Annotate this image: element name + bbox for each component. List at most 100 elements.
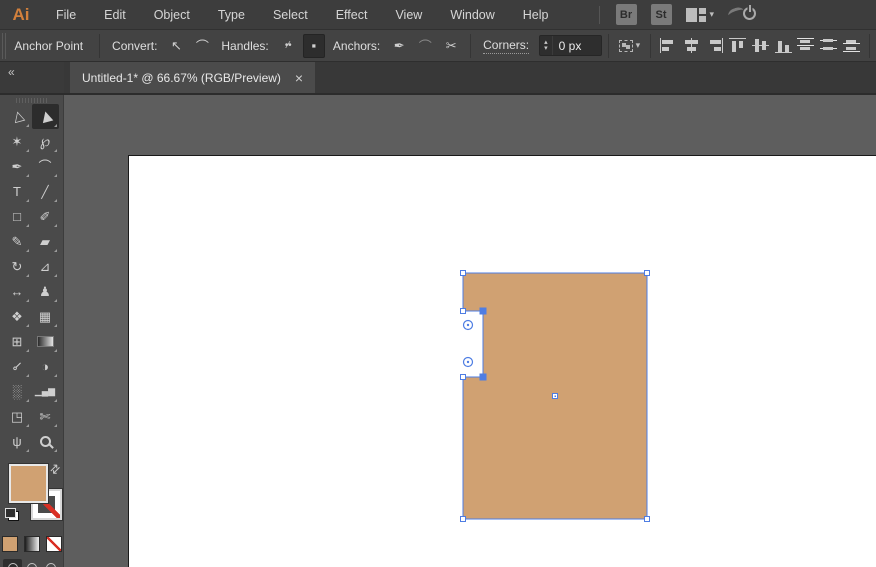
menu-help[interactable]: Help	[509, 1, 563, 29]
menu-edit[interactable]: Edit	[90, 1, 140, 29]
lasso-tool[interactable]: ℘	[32, 129, 59, 154]
anchor-point[interactable]	[460, 308, 466, 314]
menu-window[interactable]: Window	[436, 1, 508, 29]
menu-type[interactable]: Type	[204, 1, 259, 29]
stock-button[interactable]: St	[650, 4, 672, 25]
menu-select[interactable]: Select	[259, 1, 322, 29]
vertical-align-bottom-button[interactable]	[772, 34, 795, 58]
draw-behind-button[interactable]	[22, 559, 41, 567]
swap-fill-stroke-icon[interactable]: ⇄	[46, 460, 63, 477]
hand-tool[interactable]: ψ	[4, 429, 31, 454]
mesh-tool[interactable]: ⊞	[4, 329, 31, 354]
slice-tool[interactable]: ✄	[32, 404, 59, 429]
menu-effect[interactable]: Effect	[322, 1, 382, 29]
puppet-warp-tool[interactable]: ♟	[32, 279, 59, 304]
tools-panel: ▷ ▶ ✶ ℘ ✒ ⌒ T ╱ □ ✐ ✎ ▰ ↻ ⊿ ↔ ♟ ❖ ▦ ⊞ ⊸ …	[0, 95, 64, 567]
gradient-tool[interactable]	[32, 329, 59, 354]
menu-file[interactable]: File	[42, 1, 90, 29]
pen-tool[interactable]: ✒	[4, 154, 31, 179]
tool-icon: ⊸	[7, 357, 27, 376]
anchor-point[interactable]	[644, 270, 650, 276]
topbar-right: Br St ▾	[598, 4, 759, 25]
cut-path-button[interactable]: ✂	[440, 34, 462, 58]
add-anchor-button[interactable]: ✒	[388, 34, 410, 58]
corners-input[interactable]	[552, 38, 601, 53]
bridge-button[interactable]: Br	[615, 4, 637, 25]
show-handles-button[interactable]: •∕•	[277, 34, 299, 58]
vertical-align-top-button[interactable]	[726, 34, 749, 58]
shape-builder-tool[interactable]: ❖	[4, 304, 31, 329]
anchor-point-selected[interactable]	[479, 307, 487, 315]
draw-behind-icon	[26, 562, 37, 567]
select-similar-button[interactable]: ▾	[618, 39, 640, 52]
tool-icon: ▰	[40, 234, 50, 249]
gradient-button[interactable]	[23, 536, 40, 552]
canvas[interactable]	[64, 95, 876, 567]
vertical-distribute-top-button[interactable]	[794, 34, 817, 58]
artboard-tool[interactable]: ◳	[4, 404, 31, 429]
anchor-point[interactable]	[644, 516, 650, 522]
touch-workspace-button[interactable]	[726, 5, 758, 25]
stepper-down-icon[interactable]: ▾	[544, 45, 548, 52]
color-button[interactable]	[1, 536, 18, 552]
rotate-tool[interactable]: ↻	[4, 254, 31, 279]
horizontal-align-right-button[interactable]	[703, 34, 726, 58]
draw-inside-button[interactable]	[41, 559, 60, 567]
anchor-point[interactable]	[460, 516, 466, 522]
perspective-grid-tool[interactable]: ▦	[32, 304, 59, 329]
divider	[869, 33, 871, 58]
convert-to-corner-button[interactable]: ↖	[165, 34, 187, 58]
fill-swatch[interactable]	[9, 464, 48, 503]
shaper-tool[interactable]: ✎	[4, 229, 31, 254]
tool-icon: □	[13, 209, 21, 224]
align-icon	[728, 38, 746, 53]
live-corner-widget[interactable]	[462, 356, 474, 368]
column-graph-tool[interactable]: ▁▄▆	[32, 379, 59, 404]
remove-anchor-button[interactable]: ⌒	[414, 34, 436, 58]
width-tool[interactable]: ↔	[4, 279, 31, 304]
anchor-point[interactable]	[460, 270, 466, 276]
horizontal-align-left-button[interactable]	[657, 34, 680, 58]
line-segment-tool[interactable]: ╱	[32, 179, 59, 204]
none-button[interactable]	[45, 536, 62, 552]
vertical-distribute-bottom-button[interactable]	[840, 34, 863, 58]
anchor-point-selected[interactable]	[479, 373, 487, 381]
panel-grip[interactable]	[16, 98, 47, 103]
panel-grip[interactable]	[2, 32, 9, 59]
fill-stroke-area: ⇄	[0, 460, 63, 532]
selection-tool[interactable]: ▷	[4, 104, 31, 129]
blend-tool[interactable]: ◑	[32, 354, 59, 379]
corners-link[interactable]: Corners:	[483, 38, 530, 54]
draw-normal-button[interactable]	[3, 559, 22, 567]
vertical-align-center-button[interactable]	[749, 34, 772, 58]
arrange-documents-button[interactable]: ▾	[685, 7, 715, 22]
direct-selection-tool[interactable]: ▶	[31, 104, 59, 129]
eraser-tool[interactable]: ▰	[32, 229, 59, 254]
chevron-down-icon: ▾	[709, 9, 715, 19]
tool-icon: ░	[12, 384, 22, 399]
anchor-point[interactable]	[460, 374, 466, 380]
eyedropper-tool[interactable]: ⊸	[4, 354, 31, 379]
default-fill-stroke-icon[interactable]	[5, 508, 19, 521]
curvature-tool[interactable]: ⌒	[32, 154, 59, 179]
rectangle-tool[interactable]: □	[4, 204, 31, 229]
anchors-label: Anchors:	[332, 38, 381, 53]
symbol-sprayer-tool[interactable]: ░	[4, 379, 31, 404]
toolbar-collapse-button[interactable]: «	[0, 62, 64, 93]
close-icon[interactable]: ×	[295, 71, 303, 85]
tool-icon: ✶	[11, 134, 23, 149]
live-corner-widget[interactable]	[462, 319, 474, 331]
convert-to-smooth-button[interactable]: ⌒	[191, 34, 213, 58]
horizontal-align-center-button[interactable]	[680, 34, 703, 58]
vertical-distribute-center-button[interactable]	[817, 34, 840, 58]
document-tab[interactable]: Untitled-1* @ 66.67% (RGB/Preview) ×	[70, 62, 316, 93]
magic-wand-tool[interactable]: ✶	[4, 129, 31, 154]
menu-view[interactable]: View	[381, 1, 436, 29]
paintbrush-tool[interactable]: ✐	[32, 204, 59, 229]
type-tool[interactable]: T	[4, 179, 31, 204]
menu-object[interactable]: Object	[140, 1, 204, 29]
corners-stepper[interactable]: ▴ ▾	[540, 36, 553, 55]
hide-handles-button[interactable]: ▪	[302, 33, 325, 58]
scale-tool[interactable]: ⊿	[32, 254, 59, 279]
zoom-tool[interactable]	[32, 429, 59, 454]
